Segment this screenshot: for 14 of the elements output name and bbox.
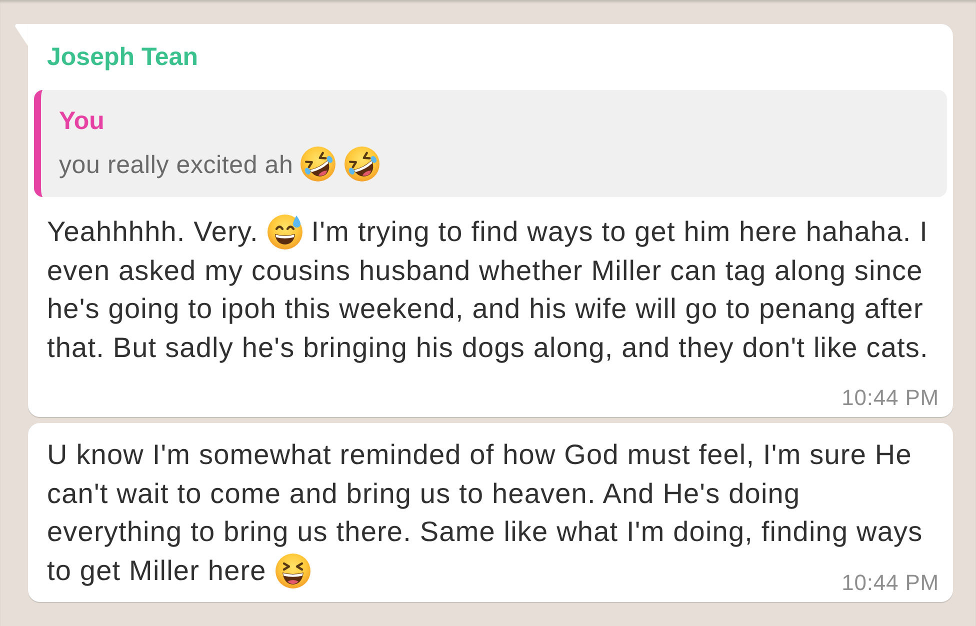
- rolling-laughing-face-icon: [344, 146, 380, 182]
- squinting-laughing-face-icon: [274, 552, 311, 588]
- quote-text: you really excited ah: [59, 151, 294, 179]
- quote-author: You: [59, 106, 104, 136]
- sender-name: Joseph Tean: [47, 42, 198, 72]
- grinning-sweat-face-icon: [266, 214, 303, 250]
- message-text: to get Miller here: [47, 554, 266, 586]
- message-text: I'm trying to find ways to get him here hahaha. I: [311, 216, 928, 247]
- message-time: 10:44 PM: [842, 570, 939, 594]
- quoted-message[interactable]: You you really excited ah: [34, 90, 947, 197]
- message-text: even asked my cousins husband whether Miller can tag along since he's going to ipoh this weekend, and his wife will go to penang after that. But sadly he's bringing his dogs along, and they don't like cats.: [47, 254, 928, 362]
- message-text: Yeahhhhh. Very.: [47, 216, 258, 247]
- rolling-laughing-face-icon: [300, 146, 336, 182]
- message-time: 10:44 PM: [842, 386, 939, 410]
